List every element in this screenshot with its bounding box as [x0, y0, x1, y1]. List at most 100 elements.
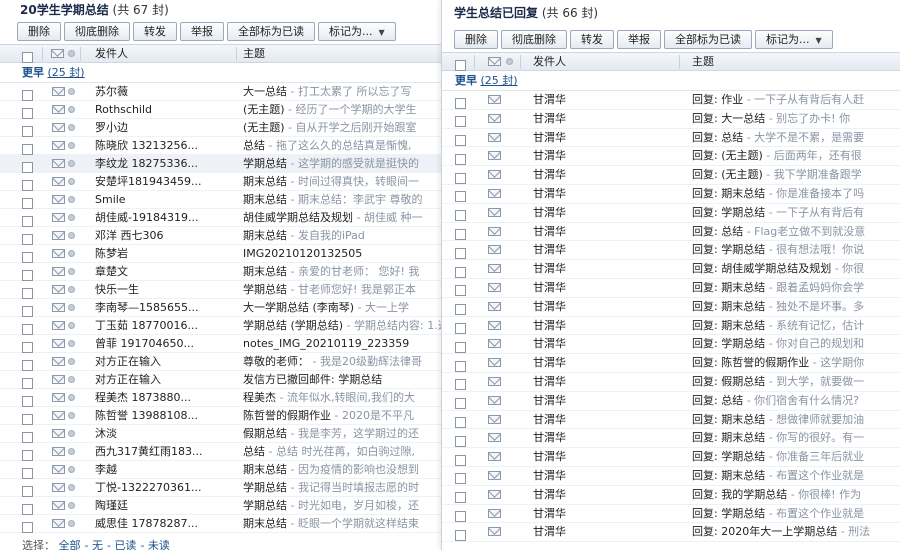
- button-label: 全部标为已读: [675, 33, 741, 46]
- mail-row[interactable]: 甘渭华 回复: (无主题) - 我下学期准备跟学: [442, 166, 900, 185]
- mail-row[interactable]: 甘渭华 回复: 期末总结 - 跟着孟妈妈你会学: [442, 279, 900, 298]
- mail-subject: 总结 - 拖了这么久的总结真是惭愧,: [243, 137, 441, 155]
- group-header-earlier[interactable]: 更早 (25 封): [442, 71, 900, 91]
- subject-text: 回复: 陈哲誉的假期作业: [692, 356, 810, 370]
- subject-preview: - 我是20级勤辉法律哥: [309, 355, 422, 368]
- mail-row[interactable]: 陈哲誉 13988108... 陈哲誉的假期作业 - 2020是不平凡: [0, 407, 445, 425]
- mail-row[interactable]: 甘渭华 回复: 假期总结 - 到大学，就要做一: [442, 373, 900, 392]
- report-button[interactable]: 举报: [180, 22, 224, 41]
- mail-row[interactable]: 罗小边 (无主题) - 自从开学之后刚开始跟室: [0, 119, 445, 137]
- permanent-delete-button[interactable]: 彻底删除: [501, 30, 567, 49]
- mail-row[interactable]: 甘渭华 回复: 总结 - 大学不是不累，是需要: [442, 129, 900, 148]
- priority-dot-icon: [68, 448, 75, 455]
- mark-as-dropdown[interactable]: 标记为... ▼: [755, 30, 833, 49]
- mail-row[interactable]: 甘渭华 回复: 胡佳威学期总结及规划 - 你很: [442, 260, 900, 279]
- mail-row[interactable]: 快乐一生 学期总结 - 甘老师您好! 我是郭正本: [0, 281, 445, 299]
- report-button[interactable]: 举报: [617, 30, 661, 49]
- mail-row[interactable]: 李越 期末总结 - 因为疫情的影响也没想到: [0, 461, 445, 479]
- row-checkbox[interactable]: [455, 526, 466, 545]
- mail-row[interactable]: 陈晓欣 13213256... 总结 - 拖了这么久的总结真是惭愧,: [0, 137, 445, 155]
- mail-row[interactable]: 邓洋 西七306 期末总结 - 发自我的iPad: [0, 227, 445, 245]
- subject-preview: - 别忘了办卡! 你: [765, 111, 851, 125]
- mail-row[interactable]: Smile 期末总结 - 期末总结：李武宇 尊敬的: [0, 191, 445, 209]
- mail-row[interactable]: 沐淡 假期总结 - 我是李芳，这学期过的还: [0, 425, 445, 443]
- subject-preview: - 你很: [831, 262, 865, 276]
- subject-preview: - 很有想法哦！你说: [765, 243, 865, 257]
- subject-column-header[interactable]: 主题: [243, 45, 265, 63]
- forward-button[interactable]: 转发: [133, 22, 177, 41]
- forward-button[interactable]: 转发: [570, 30, 614, 49]
- subject-column-header[interactable]: 主题: [692, 53, 714, 71]
- mail-row[interactable]: 李南琴—1585655... 大一学期总结 (李南琴) - 大一上学: [0, 299, 445, 317]
- mail-sender: 甘渭华: [533, 431, 566, 445]
- mail-row[interactable]: 甘渭华 回复: 期末总结 - 你写的很好。有一: [442, 429, 900, 449]
- mail-row[interactable]: 甘渭华 回复: 大一总结 - 别忘了办卡! 你: [442, 110, 900, 129]
- subject-text: 回复: 总结: [692, 393, 744, 407]
- mail-subject: IMG20210120132505: [243, 245, 441, 263]
- read-status-header-icon: [488, 57, 501, 66]
- mail-row[interactable]: 安楚坪181943459... 期末总结 - 时间过得真快，转眼间一: [0, 173, 445, 191]
- mail-row[interactable]: 丁玉茹 18770016... 学期总结 (学期总结) - 学期总结内容: 1.这…: [0, 317, 445, 335]
- mail-subject: 学期总结 - 时光如电，岁月如梭，还: [243, 497, 441, 515]
- permanent-delete-button[interactable]: 彻底删除: [64, 22, 130, 41]
- mail-row[interactable]: 甘渭华 回复: 总结 - 你们宿舍有什么情况?: [442, 392, 900, 411]
- mail-row[interactable]: 胡佳威-19184319... 胡佳威学期总结及规划 - 胡佳威 种一: [0, 209, 445, 227]
- mail-row[interactable]: 丁悦-1322270361... 学期总结 - 我记得当时填报志愿的时: [0, 479, 445, 497]
- select-none-link[interactable]: 无: [92, 539, 103, 550]
- select-all-link[interactable]: 全部: [59, 539, 81, 550]
- mail-row[interactable]: 对方正在输入 尊敬的老师： - 我是20级勤辉法律哥: [0, 353, 445, 371]
- delete-button[interactable]: 删除: [17, 22, 61, 41]
- mail-row[interactable]: 甘渭华 回复: 2020年大一上学期总结 - 刑法: [442, 523, 900, 545]
- envelope-icon: [488, 395, 501, 405]
- group-count[interactable]: (25 封): [48, 66, 85, 79]
- select-read-link[interactable]: 已读: [114, 539, 136, 550]
- mail-row[interactable]: 甘渭华 回复: (无主题) - 后面两年，还有很: [442, 147, 900, 167]
- select-unread-link[interactable]: 未读: [148, 539, 170, 550]
- mail-row[interactable]: 陈梦岩 IMG20210120132505: [0, 245, 445, 263]
- mail-row[interactable]: 甘渭华 回复: 学期总结 - 你准备三年后就业: [442, 448, 900, 467]
- mail-row[interactable]: 甘渭华 回复: 期末总结 - 独处不是坏事。多: [442, 298, 900, 317]
- mail-row[interactable]: 甘渭华 回复: 我的学期总结 - 你很棒! 作为: [442, 486, 900, 505]
- delete-button[interactable]: 删除: [454, 30, 498, 49]
- mail-row[interactable]: 西九317黄红雨183... 总结 - 总结 时光荏苒，如白驹过隙,: [0, 443, 445, 461]
- mail-row[interactable]: Rothschild (无主题) - 经历了一个学期的大学生: [0, 101, 445, 119]
- mark-all-read-button[interactable]: 全部标为已读: [227, 22, 315, 41]
- subject-text: 回复: 学期总结: [692, 337, 766, 351]
- envelope-icon: [52, 519, 65, 528]
- mail-row[interactable]: 甘渭华 回复: 学期总结 - 你对自己的规划和: [442, 335, 900, 355]
- mail-row[interactable]: 甘渭华 回复: 期末总结 - 你是准备接本了吗: [442, 185, 900, 204]
- mail-row[interactable]: 李纹龙 18275336... 学期总结 - 这学期的感受就是挺快的: [0, 155, 445, 173]
- envelope-icon: [52, 141, 65, 150]
- row-checkbox[interactable]: [22, 518, 33, 536]
- priority-dot-icon: [68, 232, 75, 239]
- mail-row[interactable]: 甘渭华 回复: 总结 - Flag老立做不到就没意: [442, 223, 900, 242]
- mail-row[interactable]: 甘渭华 回复: 期末总结 - 想做律师就要加油: [442, 411, 900, 430]
- mail-row[interactable]: 苏尔薇 大一总结 - 打工太累了 所以忘了写: [0, 83, 445, 101]
- mail-subject: 大一总结 - 打工太累了 所以忘了写: [243, 83, 441, 101]
- select-all-checkbox[interactable]: [22, 48, 33, 66]
- subject-text: 程美杰: [243, 391, 276, 404]
- mail-row[interactable]: 威思佳 17878287... 期末总结 - 眨眼一个学期就这样结束: [0, 515, 445, 533]
- group-header-earlier[interactable]: 更早 (25 封): [0, 63, 445, 83]
- mail-row[interactable]: 甘渭华 回复: 期末总结 - 布置这个作业就是: [442, 467, 900, 486]
- envelope-icon: [488, 95, 501, 104]
- mail-row[interactable]: 甘渭华 回复: 学期总结 - 一下子从有背后有: [442, 204, 900, 223]
- subject-text: 陈哲誉的假期作业: [243, 409, 331, 422]
- select-all-checkbox[interactable]: [455, 56, 466, 74]
- column-header: 发件人 主题: [442, 52, 900, 71]
- mail-row[interactable]: 陶瑾廷 学期总结 - 时光如电，岁月如梭，还: [0, 497, 445, 515]
- sender-column-header[interactable]: 发件人: [533, 53, 566, 71]
- mail-row[interactable]: 甘渭华 回复: 作业 - 一下子从有背后有人赶: [442, 91, 900, 110]
- mail-row[interactable]: 甘渭华 回复: 学期总结 - 布置这个作业就是: [442, 505, 900, 524]
- group-count[interactable]: (25 封): [481, 74, 518, 87]
- mail-row[interactable]: 对方正在输入 发信方已撤回邮件: 学期总结: [0, 371, 445, 389]
- mail-row[interactable]: 章楚文 期末总结 - 亲爱的甘老师： 您好! 我: [0, 263, 445, 281]
- mark-as-dropdown[interactable]: 标记为... ▼: [318, 22, 396, 41]
- mail-row[interactable]: 甘渭华 回复: 陈哲誉的假期作业 - 这学期你: [442, 354, 900, 373]
- mail-row[interactable]: 甘渭华 回复: 期末总结 - 系统有记忆，估计: [442, 317, 900, 336]
- mail-row[interactable]: 曾菲 191704650... notes_IMG_20210119_223359: [0, 335, 445, 353]
- sender-column-header[interactable]: 发件人: [95, 45, 128, 63]
- mail-row[interactable]: 甘渭华 回复: 学期总结 - 很有想法哦！你说: [442, 241, 900, 261]
- mark-all-read-button[interactable]: 全部标为已读: [664, 30, 752, 49]
- mail-row[interactable]: 程美杰 1873880... 程美杰 - 流年似水,转眼间,我们的大: [0, 389, 445, 407]
